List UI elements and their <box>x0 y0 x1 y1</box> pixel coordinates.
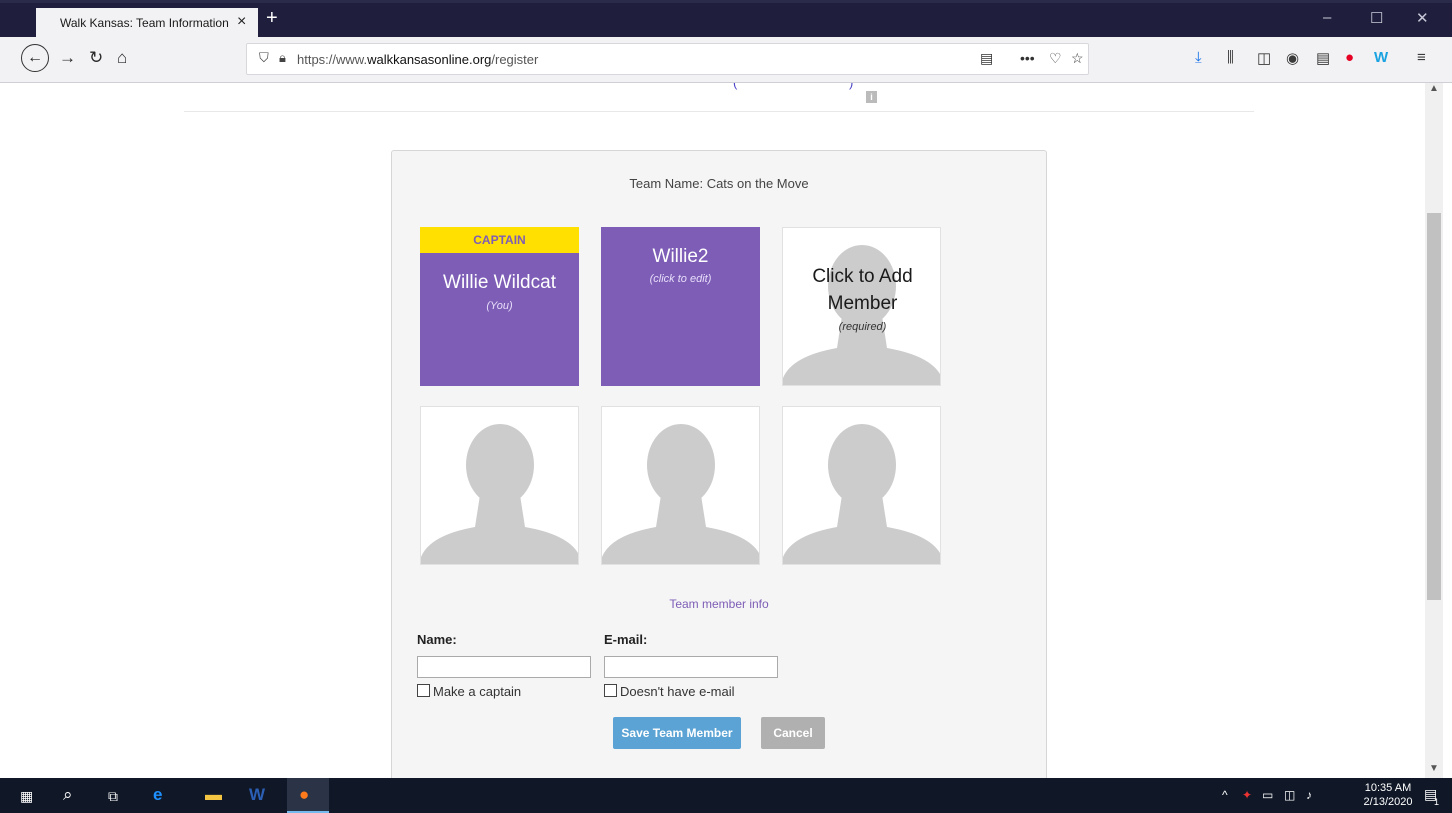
vertical-scrollbar[interactable]: ▲ ▼ <box>1425 83 1443 778</box>
volume-icon[interactable]: ♪ <box>1306 788 1312 802</box>
url-domain: walkkansasonline.org <box>367 52 492 67</box>
top-fragment-text: ( ) <box>733 83 907 90</box>
clock-time: 10:35 AM <box>1364 782 1412 794</box>
make-captain-option[interactable]: Make a captain <box>417 684 521 699</box>
scroll-down-icon[interactable]: ▼ <box>1429 763 1439 774</box>
name-label: Name: <box>417 632 457 647</box>
reload-icon[interactable]: ↻ <box>89 48 103 68</box>
library-icon[interactable]: ⫼ <box>1227 49 1234 66</box>
captain-badge: CAPTAIN <box>420 227 579 253</box>
no-email-option[interactable]: Doesn't have e-mail <box>604 684 734 699</box>
w-extension-icon[interactable]: W <box>1374 49 1388 66</box>
windows-start-icon[interactable]: ▦ <box>20 788 33 805</box>
person-silhouette-icon <box>783 424 940 564</box>
download-icon[interactable]: ⤓ <box>1195 49 1202 66</box>
divider <box>184 111 1254 112</box>
address-bar[interactable]: ⛉ 🔒︎ https://www.walkkansasonline.org/re… <box>246 43 1089 75</box>
pocket-icon[interactable]: ♡ <box>1049 50 1062 67</box>
back-icon[interactable]: ← <box>21 44 49 72</box>
show-hidden-icons[interactable]: ^ <box>1222 788 1228 802</box>
empty-member-slot[interactable] <box>420 406 579 565</box>
cancel-button[interactable]: Cancel <box>761 717 825 749</box>
url-text[interactable]: https://www.walkkansasonline.org/registe… <box>297 52 538 67</box>
task-view-icon[interactable]: ⧉ <box>108 788 118 805</box>
url-prefix: https://www. <box>297 52 368 67</box>
empty-member-slot[interactable] <box>601 406 760 565</box>
member-subtitle: (You) <box>486 300 513 312</box>
battery-icon[interactable]: ▭ <box>1262 788 1273 802</box>
shield-icon[interactable]: ⛉ <box>259 50 269 66</box>
forward-icon[interactable]: → <box>59 48 76 68</box>
member-subtitle: (click to edit) <box>649 273 712 285</box>
save-team-member-button[interactable]: Save Team Member <box>613 717 741 749</box>
minimize-button[interactable]: – <box>1323 9 1331 26</box>
firefox-taskbar-button[interactable]: ● <box>287 778 329 813</box>
team-name: Team Name: Cats on the Move <box>629 176 809 191</box>
navigation-toolbar: ← → ↻ ⌂ ⛉ 🔒︎ https://www.walkkansasonlin… <box>0 37 1452 83</box>
file-explorer-icon[interactable]: ▬ <box>205 785 222 805</box>
browser-tab[interactable]: Walk Kansas: Team Information × <box>36 8 258 37</box>
clock-date: 2/13/2020 <box>1363 796 1413 808</box>
edge-icon[interactable]: e <box>153 785 162 805</box>
info-icon[interactable]: i <box>866 91 877 103</box>
add-member-card[interactable]: Click to Add Member (required) <box>782 227 941 386</box>
member-name: Willie Wildcat <box>443 272 556 293</box>
empty-member-slot[interactable] <box>782 406 941 565</box>
windows-taskbar: ▦ ⌕ ⧉ e ▬ W ● ^ ✦ ▭ ◫ ♪ 10:35 AM 2/13/20… <box>0 778 1452 813</box>
no-email-checkbox[interactable] <box>604 684 617 697</box>
tab-strip: Walk Kansas: Team Information × + – ☐ ✕ <box>0 0 1452 37</box>
search-icon[interactable]: ⌕ <box>63 785 73 805</box>
word-icon[interactable]: W <box>249 785 265 805</box>
email-field[interactable] <box>604 656 778 678</box>
make-captain-label: Make a captain <box>433 684 522 699</box>
tab-close-icon[interactable]: × <box>237 13 246 31</box>
account-icon[interactable]: ◉ <box>1286 49 1299 67</box>
lock-icon[interactable]: 🔒︎ <box>279 50 286 66</box>
member-name: Willie2 <box>652 246 709 267</box>
team-panel: Team Name: Cats on the Move CAPTAIN Will… <box>391 150 1047 778</box>
tab-title: Walk Kansas: Team Information <box>60 16 229 30</box>
person-silhouette-icon <box>421 424 578 564</box>
page-content: ( ) i Team Name: Cats on the Move CAPTAI… <box>0 83 1425 778</box>
scroll-up-icon[interactable]: ▲ <box>1429 83 1439 94</box>
new-tab-button[interactable]: + <box>266 7 278 30</box>
menu-icon[interactable]: ≡ <box>1417 49 1426 66</box>
reader-view-icon[interactable]: ▤ <box>980 50 993 67</box>
person-silhouette-icon <box>602 424 759 564</box>
name-field[interactable] <box>417 656 591 678</box>
sidebar-icon[interactable]: ◫ <box>1257 49 1271 67</box>
close-window-button[interactable]: ✕ <box>1416 9 1429 27</box>
maximize-button[interactable]: ☐ <box>1370 9 1383 27</box>
add-member-title: Click to Add Member <box>812 266 913 314</box>
add-member-required: (required) <box>838 321 887 333</box>
reader-icon[interactable]: ▤ <box>1316 49 1330 67</box>
home-icon[interactable]: ⌂ <box>117 48 127 68</box>
no-email-label: Doesn't have e-mail <box>620 684 735 699</box>
bookmark-star-icon[interactable]: ☆ <box>1071 50 1084 67</box>
firefox-icon: ● <box>299 785 310 804</box>
member-card-willie2[interactable]: Willie2 (click to edit) <box>601 227 760 386</box>
scrollbar-thumb[interactable] <box>1427 213 1441 600</box>
url-path: /register <box>491 52 539 67</box>
tab-strip-accent <box>0 0 1452 3</box>
pinterest-icon[interactable]: ● <box>1345 49 1354 66</box>
team-member-info-heading: Team member info <box>669 597 769 611</box>
network-icon[interactable]: ◫ <box>1284 788 1295 802</box>
member-card-captain[interactable]: CAPTAIN Willie Wildcat (You) <box>420 227 579 386</box>
tray-app-icon[interactable]: ✦ <box>1242 788 1252 802</box>
notification-count: 1 <box>1434 797 1440 807</box>
make-captain-checkbox[interactable] <box>417 684 430 697</box>
email-label: E-mail: <box>604 632 648 647</box>
page-actions-icon[interactable]: ••• <box>1020 50 1035 66</box>
system-clock[interactable]: 10:35 AM 2/13/2020 <box>1357 781 1419 809</box>
